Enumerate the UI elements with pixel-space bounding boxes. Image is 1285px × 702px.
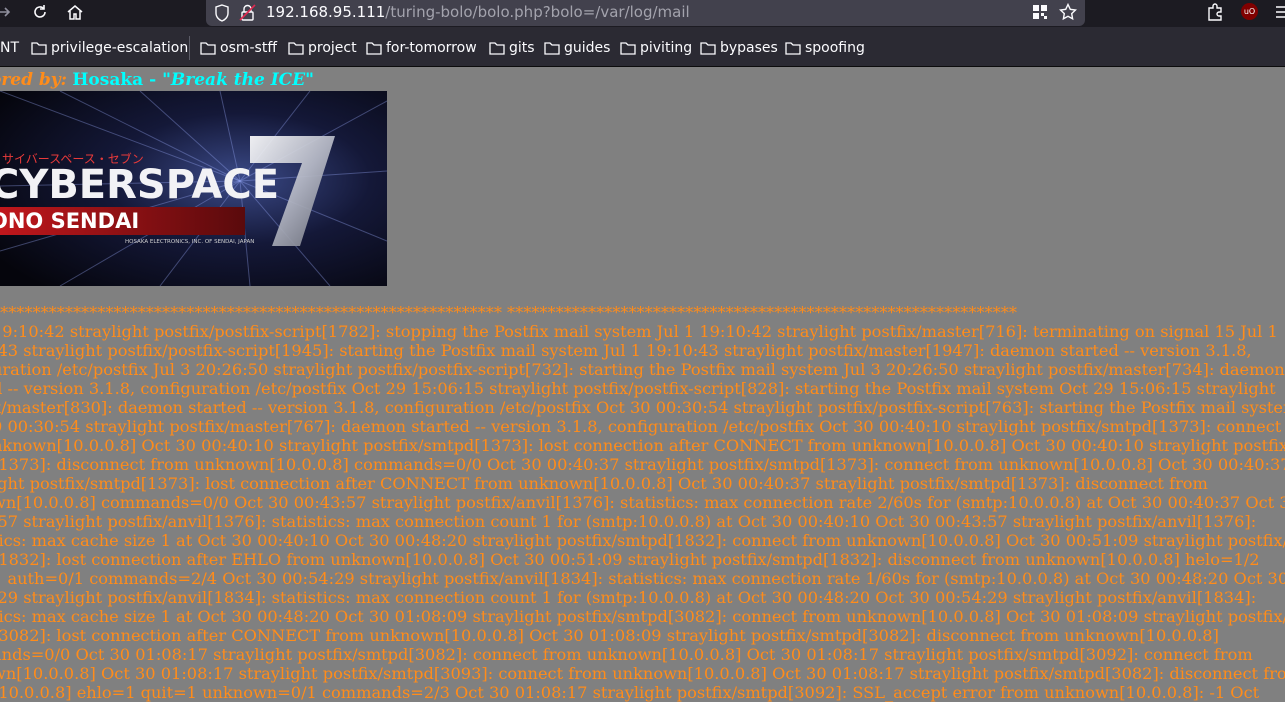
arrow-right-icon: [0, 7, 11, 17]
shield-icon[interactable]: [214, 4, 230, 22]
log-line: 1 auth=0/1 commands=2/4 Oct 30 00:54:29 …: [0, 569, 1285, 588]
log-line: wn[10.0.0.8] commands=0/0 Oct 30 00:43:5…: [0, 493, 1285, 512]
log-line: :29 straylight postfix/anvil[1834]: stat…: [0, 588, 1257, 607]
bookmark-folder-bypases[interactable]: bypases: [700, 38, 778, 58]
url-text: 192.168.95.111/turing-bolo/bolo.php?bolo…: [266, 3, 690, 21]
log-line: :57 straylight postfix/anvil[1376]: stat…: [0, 512, 1257, 531]
log-line: [1832]: lost connection after EHLO from …: [0, 550, 1260, 569]
log-line: tics: max cache size 1 at Oct 30 00:48:2…: [0, 607, 1285, 626]
sponsor-label: ored by:: [0, 70, 67, 90]
forward-button[interactable]: [0, 0, 16, 24]
bookmark-star-icon[interactable]: [1059, 3, 1077, 21]
insecure-lock-icon[interactable]: [239, 4, 257, 22]
cyberspace-seven-artwork: サイバースペース・セブン 7 CYBERSPACE ONO SENDAI HOS…: [0, 91, 387, 286]
bookmark-label: bypases: [720, 40, 778, 56]
log-line: [1373]: disconnect from unknown[10.0.0.8…: [0, 455, 1285, 474]
log-line: x/master[830]: daemon started -- version…: [0, 398, 1285, 417]
log-line: ands=0/0 Oct 30 01:08:17 straylight post…: [0, 645, 1253, 664]
folder-icon: [200, 42, 216, 55]
folder-icon: [620, 42, 636, 55]
home-button[interactable]: [63, 0, 87, 24]
log-line: [3082]: lost connection after CONNECT fr…: [0, 626, 1219, 645]
bookmark-label: NT: [0, 40, 20, 56]
bookmark-label: privilege-escalation: [51, 40, 189, 56]
url-field[interactable]: 192.168.95.111/turing-bolo/bolo.php?bolo…: [206, 0, 1085, 26]
sponsor-tagline: "Break the ICE": [162, 70, 315, 90]
cyberspace-banner-image: サイバースペース・セブン 7 CYBERSPACE ONO SENDAI HOS…: [0, 91, 387, 286]
bookmark-label: piviting: [640, 40, 693, 56]
bookmark-folder-guides[interactable]: guides: [544, 38, 610, 58]
bookmark-label: spoofing: [805, 40, 865, 56]
banner-maker: HOSAKA ELECTRONICS, INC. OF SENDAI, JAPA…: [125, 239, 254, 245]
bookmark-folder-project[interactable]: project: [288, 38, 357, 58]
sponsor-line: ored by: Hosaka - "Break the ICE": [0, 70, 314, 90]
log-line: uration /etc/postfix Jul 3 20:26:50 stra…: [0, 360, 1285, 379]
log-line: :43 straylight postfix/postfix-script[19…: [0, 341, 1252, 360]
log-line: wn[10.0.0.8] Oct 30 01:08:17 straylight …: [0, 664, 1285, 683]
extensions-icon[interactable]: [1206, 3, 1224, 21]
folder-icon: [700, 42, 716, 55]
bookmark-folder-osm-stff[interactable]: osm-stff: [200, 38, 277, 58]
folder-icon: [31, 42, 47, 55]
log-line: ight postfix/smtpd[1373]: lost connectio…: [0, 474, 1208, 493]
url-path: /turing-bolo/bolo.php?bolo=/var/log/mail: [385, 3, 690, 21]
bookmark-label: project: [308, 40, 357, 56]
banner-subtitle: ONO SENDAI: [0, 209, 139, 233]
bookmark-folder-spoofing[interactable]: spoofing: [785, 38, 865, 58]
log-line: [10.0.0.8] ehlo=1 quit=1 unknown=0/1 com…: [0, 683, 1260, 702]
log-line: 0 00:30:54 straylight postfix/master[767…: [0, 417, 1282, 436]
home-icon: [67, 5, 83, 20]
bookmarks-toolbar: NT privilege-escalation osm-stff project…: [0, 27, 1285, 67]
qr-code-icon[interactable]: [1032, 4, 1048, 20]
reload-icon: [34, 5, 46, 18]
bookmark-label: gits: [509, 40, 535, 56]
reload-button[interactable]: [28, 0, 52, 24]
bookmark-nt[interactable]: NT: [0, 38, 19, 58]
folder-icon: [489, 42, 505, 55]
browser-toolbar: 192.168.95.111/turing-bolo/bolo.php?bolo…: [0, 0, 1285, 27]
bookmark-label: for-tomorrow: [386, 40, 477, 56]
folder-icon: [288, 42, 304, 55]
menu-icon[interactable]: [1276, 4, 1285, 20]
log-line: d -- version 3.1.8, configuration /etc/p…: [0, 379, 1276, 398]
mail-log-output: ****************************************…: [0, 303, 1285, 702]
log-line: nknown[10.0.0.8] Oct 30 00:40:10 strayli…: [0, 436, 1285, 455]
bookmark-folder-gits[interactable]: gits: [489, 38, 535, 58]
folder-icon: [785, 42, 801, 55]
log-line: 19:10:42 straylight postfix/postfix-scri…: [0, 322, 1278, 341]
folder-icon: [544, 42, 560, 55]
bookmark-label: osm-stff: [220, 40, 277, 56]
log-line: tics: max cache size 1 at Oct 30 00:40:1…: [0, 531, 1285, 550]
url-host: 192.168.95.111: [266, 3, 386, 21]
sponsor-name: Hosaka -: [72, 70, 163, 90]
bookmark-folder-privilege-escalation[interactable]: privilege-escalation: [31, 38, 188, 58]
banner-title: CYBERSPACE: [0, 162, 279, 208]
log-line: ****************************************…: [0, 303, 1017, 322]
bookmark-separator: [189, 36, 190, 60]
ublock-extension-icon[interactable]: uO: [1241, 3, 1258, 20]
bookmark-label: guides: [564, 40, 611, 56]
bookmark-folder-for-tomorrow[interactable]: for-tomorrow: [366, 38, 477, 58]
folder-icon: [366, 42, 382, 55]
bookmark-folder-piviting[interactable]: piviting: [620, 38, 692, 58]
